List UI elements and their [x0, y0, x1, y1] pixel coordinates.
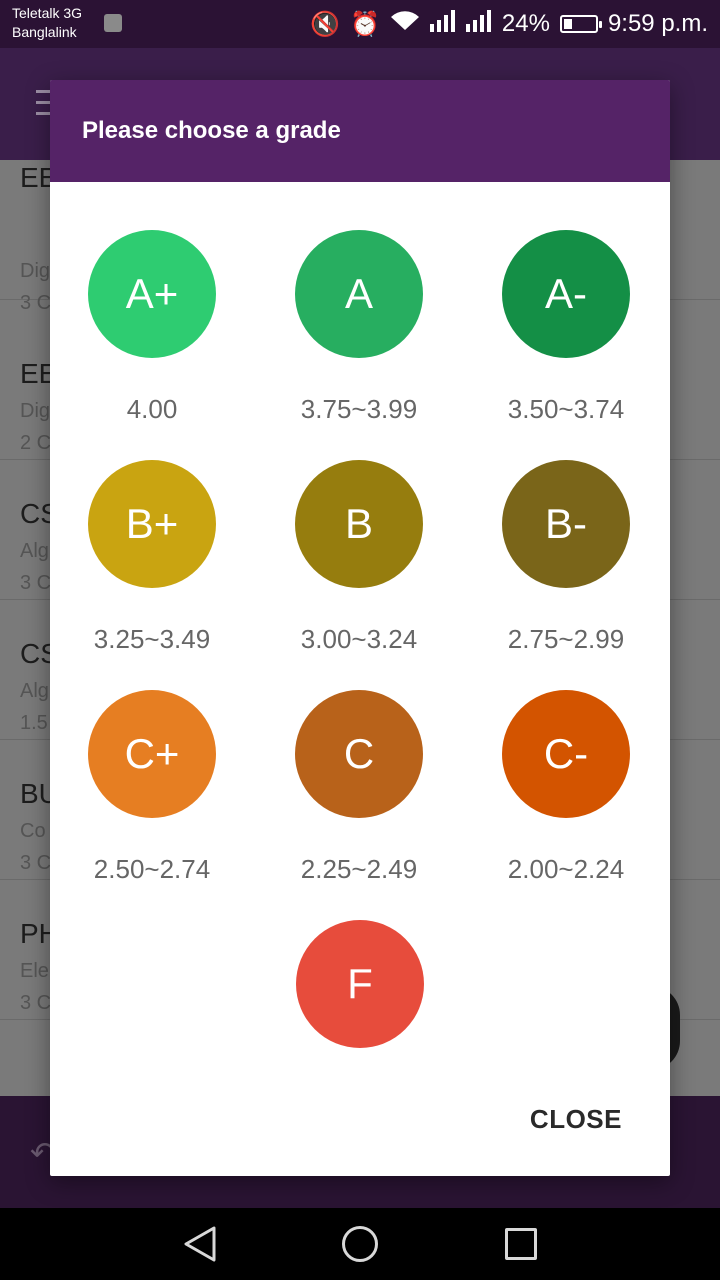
course-credit: 3 C [20, 852, 52, 874]
clock: 9:59 p.m. [607, 10, 708, 37]
grade-option-a-plus[interactable]: A+ 4.00 [72, 230, 232, 425]
signal-icon-2 [465, 9, 492, 39]
grade-option-c-minus[interactable]: C- 2.00~2.24 [486, 690, 646, 885]
grade-circle[interactable]: B [295, 460, 423, 588]
grade-circle[interactable]: B+ [88, 460, 216, 588]
grade-range: 2.25~2.49 [300, 854, 418, 884]
grade-range: 3.00~3.24 [300, 624, 418, 654]
recents-icon[interactable] [505, 1228, 537, 1260]
gallery-notification-icon [104, 14, 122, 32]
carrier-primary: Teletalk 3G [12, 5, 83, 21]
grade-range: 3.75~3.99 [300, 394, 418, 424]
course-credit: 3 C [20, 572, 52, 594]
status-bar: Teletalk 3G Banglalink 🔇 ⏰ 24% 9:59 p.m. [0, 0, 720, 48]
grade-circle[interactable]: C+ [88, 690, 216, 818]
grade-option-a-minus[interactable]: A- 3.50~3.74 [486, 230, 646, 425]
course-name: Dig [20, 260, 51, 282]
grade-option-a[interactable]: A 3.75~3.99 [279, 230, 439, 425]
wifi-icon [390, 10, 420, 39]
grade-circle[interactable]: A [295, 230, 423, 358]
close-button[interactable]: CLOSE [530, 1104, 622, 1135]
grade-range: 4.00 [126, 394, 178, 424]
course-credit: 1.5 [20, 712, 48, 734]
grade-circle[interactable]: C [295, 690, 423, 818]
grade-option-c-plus[interactable]: C+ 2.50~2.74 [72, 690, 232, 885]
grade-option-c[interactable]: C 2.25~2.49 [279, 690, 439, 885]
grade-range: 3.50~3.74 [507, 394, 625, 424]
course-credit: 2 C [20, 432, 52, 454]
grade-circle[interactable]: B- [502, 460, 630, 588]
grade-circle[interactable]: A+ [88, 230, 216, 358]
carrier-info: Teletalk 3G Banglalink [12, 4, 82, 42]
status-icons: 🔇 ⏰ 24% 9:59 p.m. [310, 0, 708, 48]
dialog-title: Please choose a grade [82, 117, 341, 144]
alarm-icon: ⏰ [350, 10, 380, 38]
grade-range: 2.50~2.74 [93, 854, 211, 884]
grade-circle[interactable]: A- [502, 230, 630, 358]
grade-option-b[interactable]: B 3.00~3.24 [279, 460, 439, 655]
course-name: Alg [20, 680, 49, 702]
course-credit: 3 C [20, 992, 52, 1014]
carrier-secondary: Banglalink [12, 24, 77, 40]
grade-option-b-plus[interactable]: B+ 3.25~3.49 [72, 460, 232, 655]
grade-range: 2.00~2.24 [507, 854, 625, 884]
course-name: Alg [20, 540, 49, 562]
grade-circle[interactable]: F [296, 920, 424, 1048]
signal-icon-1 [429, 9, 456, 39]
course-name: Ele [20, 960, 49, 982]
grade-circle[interactable]: C- [502, 690, 630, 818]
grade-range: 2.75~2.99 [507, 624, 625, 654]
mute-icon: 🔇 [310, 10, 340, 38]
grade-option-b-minus[interactable]: B- 2.75~2.99 [486, 460, 646, 655]
course-credit: 3 C [20, 292, 52, 314]
battery-icon [559, 15, 602, 33]
grade-dialog: Please choose a grade A+ 4.00 A 3.75~3.9… [50, 80, 670, 1176]
course-name: Dig [20, 400, 51, 422]
grade-range: 3.25~3.49 [93, 624, 211, 654]
dialog-header: Please choose a grade [50, 80, 670, 182]
grade-option-f[interactable]: F [280, 920, 440, 1048]
back-icon[interactable] [182, 1225, 218, 1263]
battery-percent: 24% [501, 10, 550, 37]
home-icon[interactable] [342, 1226, 378, 1262]
course-name: Co [20, 820, 46, 842]
